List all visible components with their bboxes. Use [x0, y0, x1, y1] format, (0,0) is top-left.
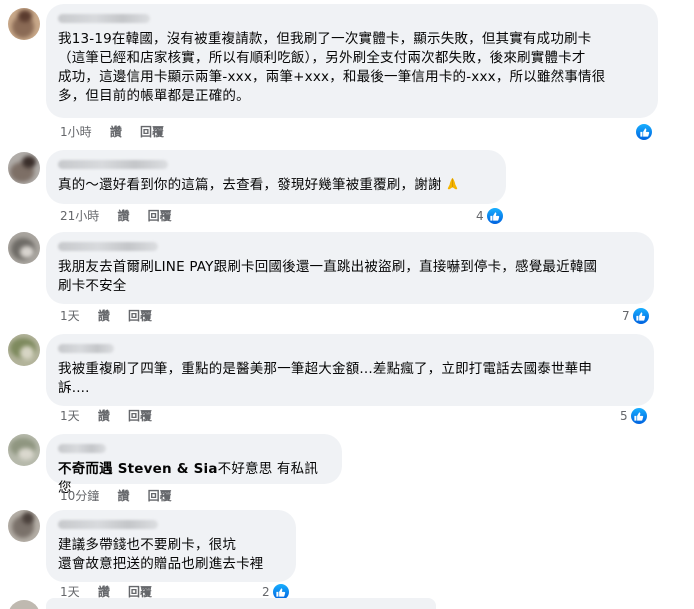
timestamp[interactable]: 1小時 — [60, 125, 92, 139]
author-name[interactable] — [58, 520, 158, 529]
like-action[interactable]: 讚 — [110, 125, 122, 139]
like-icon — [631, 307, 650, 325]
timestamp[interactable]: 21小時 — [60, 209, 99, 223]
avatar[interactable] — [8, 510, 40, 542]
reaction-count[interactable]: 7 — [622, 306, 650, 326]
comment-bubble: 我13-19在韓國，沒有被重複請款，但我刷了一次實體卡，顯示失敗，但其實有成功刷… — [46, 4, 658, 118]
avatar[interactable] — [8, 334, 40, 366]
author-name[interactable] — [58, 14, 150, 23]
comment-bubble: 我朋友去首爾刷LINE PAY跟刷卡回國後還一直跳出被盜刷，直接嚇到停卡，感覺最… — [46, 232, 654, 304]
comment-bubble — [46, 598, 436, 609]
reply-action[interactable]: 回覆 — [128, 585, 152, 599]
folded-hands-icon — [447, 177, 457, 190]
timestamp[interactable]: 1天 — [60, 309, 80, 323]
like-icon — [629, 407, 648, 425]
comment-bubble: 建議多帶錢也不要刷卡，很坑 還會故意把送的贈品也刷進去卡裡 — [46, 510, 296, 582]
author-name[interactable] — [58, 242, 158, 251]
comment-bubble: 不奇而遇 Steven & Sia不好意思 有私訊您 — [46, 434, 342, 496]
reaction-count[interactable]: 5 — [620, 406, 648, 426]
reaction-number: 2 — [262, 585, 270, 599]
timestamp[interactable]: 10分鐘 — [60, 489, 99, 503]
like-action[interactable]: 讚 — [98, 585, 110, 599]
reply-action[interactable]: 回覆 — [148, 209, 172, 223]
comment-actions: 21小時 讚 回覆 — [60, 208, 186, 224]
like-action[interactable]: 讚 — [98, 409, 110, 423]
reaction-number: 4 — [476, 209, 484, 223]
reply-action[interactable]: 回覆 — [140, 125, 164, 139]
comment-bubble: 真的～還好看到你的這篇，去查看，發現好幾筆被重覆刷，謝謝 — [46, 150, 506, 204]
comment-text: 我13-19在韓國，沒有被重複請款，但我刷了一次實體卡，顯示失敗，但其實有成功刷… — [58, 31, 606, 104]
avatar[interactable] — [8, 232, 40, 264]
like-icon — [635, 123, 653, 141]
avatar[interactable] — [8, 8, 40, 40]
reaction-number: 7 — [622, 309, 630, 323]
comment-text: 建議多帶錢也不要刷卡，很坑 還會故意把送的贈品也刷進去卡裡 — [58, 537, 264, 572]
like-action[interactable]: 讚 — [98, 309, 110, 323]
author-name[interactable] — [58, 160, 168, 169]
reaction-count[interactable] — [633, 122, 653, 142]
comment-text: 我被重複刷了四筆，重點的是醫美那一筆超大金額...差點瘋了，立即打電話去國泰世華… — [58, 361, 593, 396]
timestamp[interactable]: 1天 — [60, 585, 80, 599]
like-action[interactable]: 讚 — [117, 209, 129, 223]
comment-actions: 1小時 讚 回覆 — [60, 124, 178, 140]
comment-actions: 1天 讚 回覆 — [60, 408, 166, 424]
comment-text: 我朋友去首爾刷LINE PAY跟刷卡回國後還一直跳出被盜刷，直接嚇到停卡，感覺最… — [58, 259, 598, 294]
avatar[interactable] — [8, 152, 40, 184]
reaction-number: 5 — [620, 409, 628, 423]
comment-actions: 1天 讚 回覆 — [60, 308, 166, 324]
reply-action[interactable]: 回覆 — [148, 489, 172, 503]
comment-bubble: 我被重複刷了四筆，重點的是醫美那一筆超大金額...差點瘋了，立即打電話去國泰世華… — [46, 334, 654, 406]
avatar[interactable] — [8, 434, 40, 466]
mention-tag[interactable]: 不奇而遇 Steven & Sia — [58, 461, 218, 477]
avatar[interactable] — [8, 600, 40, 609]
comment-body: 真的～還好看到你的這篇，去查看，發現好幾筆被重覆刷，謝謝 — [58, 176, 494, 195]
reply-action[interactable]: 回覆 — [128, 309, 152, 323]
like-icon — [485, 207, 504, 225]
author-name[interactable] — [58, 344, 114, 353]
author-name[interactable] — [58, 444, 106, 453]
reaction-count[interactable]: 4 — [476, 206, 504, 226]
comment-text: 真的～還好看到你的這篇，去查看，發現好幾筆被重覆刷，謝謝 — [58, 177, 442, 193]
comment-actions: 10分鐘 讚 回覆 — [60, 488, 186, 504]
reply-action[interactable]: 回覆 — [128, 409, 152, 423]
timestamp[interactable]: 1天 — [60, 409, 80, 423]
like-action[interactable]: 讚 — [117, 489, 129, 503]
